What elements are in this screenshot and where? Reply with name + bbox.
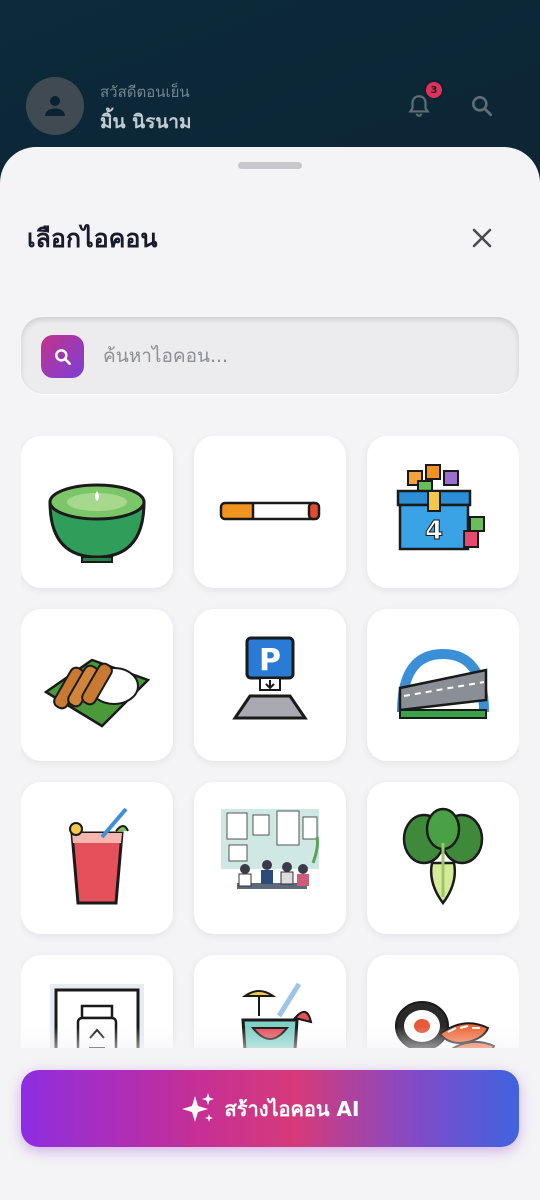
- boxes-number-4-icon: 4: [396, 464, 485, 551]
- icon-tile[interactable]: [194, 782, 346, 934]
- sheet-title: เลือกไอคอน: [27, 224, 158, 253]
- svg-text:4: 4: [425, 516, 443, 546]
- close-icon: [472, 228, 492, 248]
- fried-chicken-rice-icon: [43, 658, 151, 728]
- icon-tile[interactable]: P: [194, 609, 346, 761]
- bok-choy-icon: [402, 807, 484, 906]
- create-ai-icon-label: สร้างไอคอน AI: [224, 1096, 360, 1121]
- icon-tile[interactable]: [21, 782, 173, 934]
- search-bar: [21, 317, 519, 394]
- icon-tile[interactable]: [367, 609, 519, 761]
- icon-tile[interactable]: 4: [367, 436, 519, 588]
- office-team-meeting-icon: [221, 809, 319, 889]
- icon-grid: 4 P: [21, 436, 519, 1048]
- icon-tile[interactable]: [21, 436, 173, 588]
- parking-sign-icon: P: [232, 636, 308, 720]
- search-icon: [54, 348, 71, 365]
- icon-picker-sheet: เลือกไอคอน ค้นหาไอคอน... 4 P สร้างไอคอน …: [0, 147, 540, 1200]
- watermelon-juice-icon: [69, 807, 129, 905]
- notification-badge: 3: [424, 80, 444, 100]
- green-tea-soup-icon: [48, 483, 146, 563]
- icon-tile[interactable]: [21, 609, 173, 761]
- create-ai-icon-button[interactable]: สร้างไอคอน AI: [21, 1070, 519, 1147]
- person-icon: [45, 96, 65, 116]
- bridge-road-icon: [397, 648, 489, 719]
- avatar[interactable]: [26, 77, 84, 135]
- close-button[interactable]: [464, 220, 500, 256]
- svg-text:P: P: [259, 643, 281, 678]
- search-icon: [472, 96, 493, 117]
- search-header-button[interactable]: [466, 90, 498, 122]
- scroll-fade: [0, 1027, 540, 1067]
- icon-tile[interactable]: [367, 782, 519, 934]
- user-name: มิ้น นิรนาม: [100, 111, 192, 133]
- sparkles-icon: [181, 1092, 214, 1122]
- sheet-grabber[interactable]: [238, 162, 302, 169]
- search-button[interactable]: [41, 335, 84, 378]
- cigarette-icon: [219, 501, 321, 521]
- greeting-text: สวัสดีตอนเย็น: [100, 83, 190, 101]
- app-header: สวัสดีตอนเย็น มิ้น นิรนาม 3: [0, 0, 540, 150]
- search-input[interactable]: [103, 331, 493, 381]
- icon-tile[interactable]: [194, 436, 346, 588]
